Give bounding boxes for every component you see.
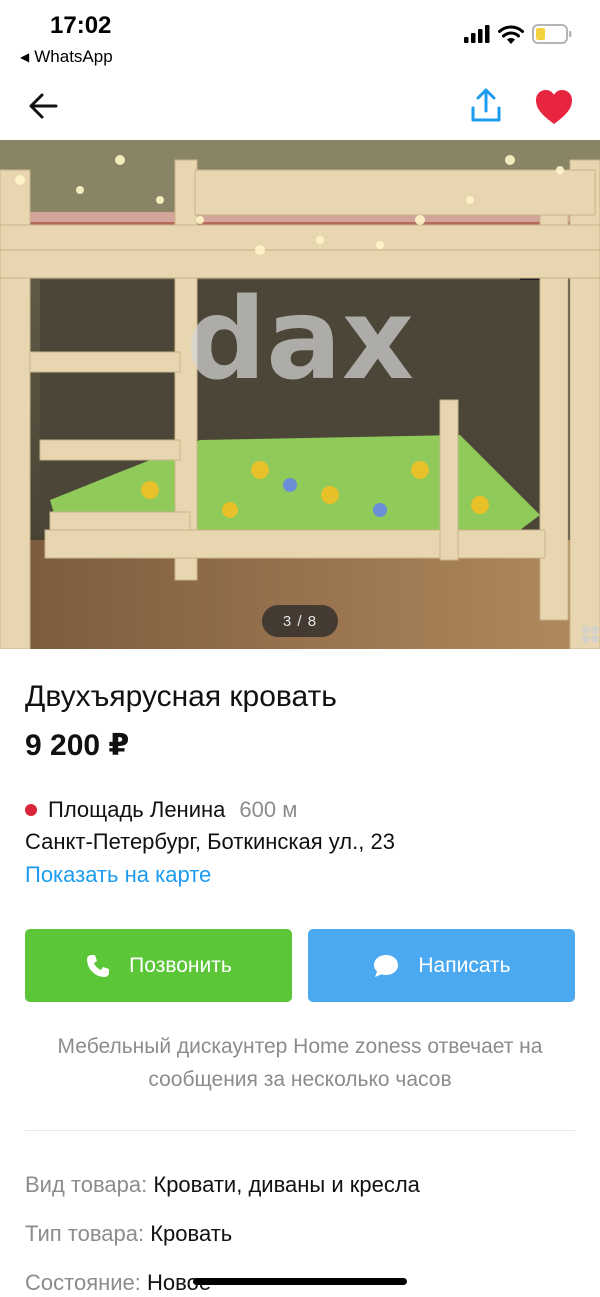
call-button[interactable]: Позвонить: [25, 929, 292, 1002]
show-on-map-link[interactable]: Показать на карте: [25, 862, 211, 888]
back-app-label: WhatsApp: [34, 47, 113, 66]
divider: [25, 1130, 575, 1131]
watermark-text: dax: [186, 275, 414, 405]
bunk-bed-image: dax: [0, 140, 600, 649]
param-label: Вид товара:: [25, 1172, 148, 1197]
signal-icon: [464, 25, 490, 43]
seller-response-note: Мебельный дискаунтер Home zoness отвечае…: [57, 1035, 543, 1091]
status-icons: [464, 24, 572, 44]
address: Санкт-Петербург, Боткинская ул., 23: [25, 829, 395, 854]
param-value: Кровати, диваны и кресла: [153, 1172, 420, 1197]
call-button-label: Позвонить: [129, 953, 232, 977]
param-label: Состояние:: [25, 1270, 141, 1295]
listing-title: Двухъярусная кровать: [25, 680, 337, 713]
metro-station: Площадь Ленина: [48, 797, 226, 822]
back-triangle-icon: ◀: [20, 50, 30, 64]
heart-icon[interactable]: [534, 88, 574, 126]
listing-photo[interactable]: dax: [0, 140, 600, 649]
param-value: Кровать: [150, 1221, 233, 1246]
metro-distance: 600 м: [239, 797, 298, 822]
status-bar: 17:02 ◀ WhatsApp: [0, 0, 600, 78]
message-button[interactable]: Написать: [308, 929, 575, 1002]
status-time: 17:02: [50, 12, 112, 39]
nav-bar: [0, 80, 600, 136]
param-row: Тип товара: Кровать: [25, 1221, 232, 1247]
metro-info: Площадь Ленина 600 м: [25, 797, 297, 823]
param-label: Тип товара:: [25, 1221, 145, 1246]
chat-bubble-icon: [374, 954, 399, 977]
listing-price: 9 200 ₽: [25, 729, 130, 762]
wifi-icon: [498, 25, 524, 44]
back-arrow-icon[interactable]: [26, 88, 62, 124]
param-row: Вид товара: Кровати, диваны и кресла: [25, 1172, 420, 1198]
battery-icon: [532, 24, 572, 44]
phone-icon: [87, 954, 110, 977]
home-indicator[interactable]: [193, 1278, 407, 1285]
photo-counter: 3 / 8: [262, 605, 338, 637]
param-row: Состояние: Новое: [25, 1270, 211, 1296]
share-icon[interactable]: [466, 86, 506, 126]
message-button-label: Написать: [418, 953, 511, 977]
back-to-app-link[interactable]: ◀ WhatsApp: [20, 47, 113, 67]
metro-dot-icon: [25, 804, 37, 816]
